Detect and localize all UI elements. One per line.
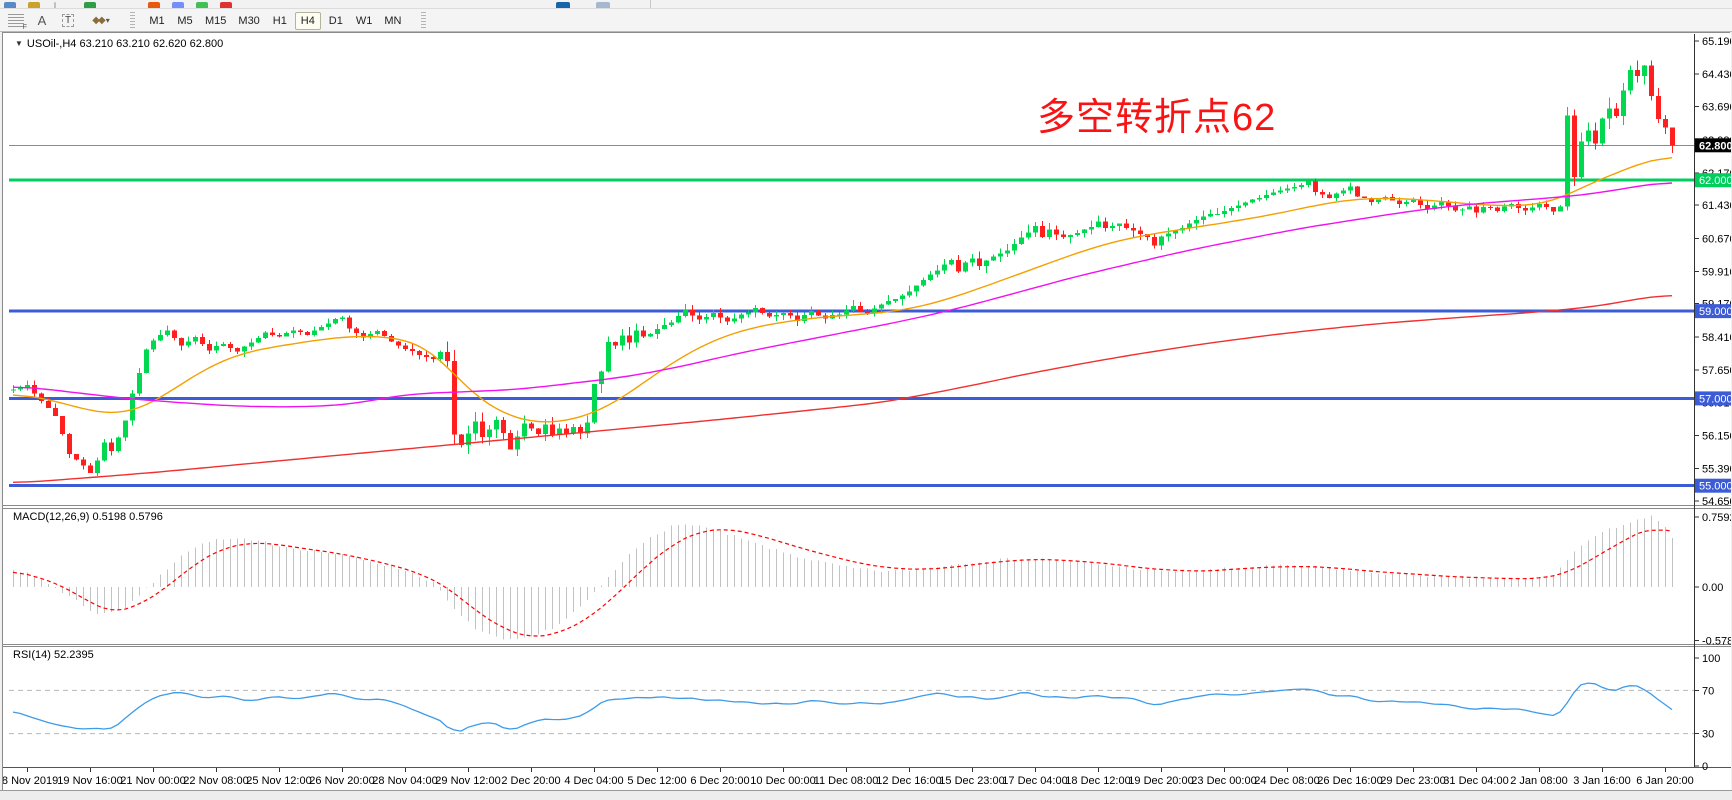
macd-indicator-label: MACD(12,26,9) 0.5198 0.5796 [13,511,163,523]
text-icon: A [38,13,47,28]
symbol-dropdown-icon[interactable]: ▼ [15,39,23,48]
toolbar-partial-icon-3[interactable] [84,2,96,9]
svg-text:58.410: 58.410 [1702,332,1731,344]
timeframe-button-mn[interactable]: MN [379,12,406,30]
svg-text:19 Nov 16:00: 19 Nov 16:00 [57,775,122,787]
rsi-indicator-label: RSI(14) 52.2395 [13,649,94,661]
toolbar-partial-icon-4[interactable] [148,2,160,9]
svg-text:19 Dec 20:00: 19 Dec 20:00 [1128,775,1193,787]
toolbar-row-1 [0,0,1732,9]
text-label-icon: T [62,14,74,27]
timeframe-button-w1[interactable]: W1 [351,12,378,30]
svg-text:55.390: 55.390 [1702,464,1731,476]
toolbar-partial-icon-2[interactable] [54,2,56,9]
svg-text:100: 100 [1702,653,1720,665]
toolbar-edge [650,0,651,8]
svg-text:24 Dec 08:00: 24 Dec 08:00 [1254,775,1319,787]
arrows-icon: ◆◆ [92,15,103,26]
timeframe-button-m30[interactable]: M30 [233,12,264,30]
svg-text:18 Dec 12:00: 18 Dec 12:00 [1065,775,1130,787]
svg-text:29 Dec 23:00: 29 Dec 23:00 [1380,775,1445,787]
chart-annotation: 多空转折点62 [1037,86,1276,141]
svg-text:59.910: 59.910 [1702,266,1731,278]
svg-text:63.690: 63.690 [1702,101,1731,113]
svg-text:18 Nov 2019: 18 Nov 2019 [3,775,58,787]
svg-text:62.000: 62.000 [1699,175,1731,187]
svg-text:30: 30 [1702,729,1714,741]
svg-text:0: 0 [1702,761,1708,773]
svg-text:6 Dec 20:00: 6 Dec 20:00 [690,775,749,787]
svg-text:23 Dec 00:00: 23 Dec 00:00 [1191,775,1256,787]
svg-text:59.000: 59.000 [1699,306,1731,318]
svg-text:31 Dec 04:00: 31 Dec 04:00 [1443,775,1508,787]
timeframe-button-h4[interactable]: H4 [295,12,321,30]
svg-text:57.650: 57.650 [1702,365,1731,377]
svg-text:61.430: 61.430 [1702,200,1731,212]
text-label-tool-button[interactable]: T [58,11,78,29]
svg-text:11 Dec 08:00: 11 Dec 08:00 [814,775,879,787]
timeframe-button-d1[interactable]: D1 [323,12,349,30]
svg-text:4 Dec 04:00: 4 Dec 04:00 [564,775,623,787]
svg-text:26 Nov 20:00: 26 Nov 20:00 [309,775,374,787]
svg-text:15 Dec 23:00: 15 Dec 23:00 [939,775,1004,787]
svg-text:64.430: 64.430 [1702,69,1731,81]
svg-text:55.000: 55.000 [1699,481,1731,493]
svg-text:65.190: 65.190 [1702,36,1731,48]
toolbar-partial-icon-5[interactable] [172,2,184,9]
toolbar-partial-icon-8[interactable] [556,2,570,9]
svg-text:2 Dec 20:00: 2 Dec 20:00 [501,775,560,787]
svg-text:6 Jan 20:00: 6 Jan 20:00 [1636,775,1694,787]
timeframe-button-m5[interactable]: M5 [172,12,198,30]
chevron-down-icon: ▾ [106,16,110,25]
chart-header: ▼ USOil-,H4 63.210 63.210 62.620 62.800 [15,38,223,50]
arrows-tool-button[interactable]: ◆◆ ▾ [84,11,118,29]
svg-text:22 Nov 08:00: 22 Nov 08:00 [183,775,248,787]
toolbar-partial-icon-0[interactable] [4,2,16,9]
svg-text:0.7592: 0.7592 [1702,512,1731,524]
svg-text:3 Jan 16:00: 3 Jan 16:00 [1573,775,1631,787]
svg-text:28 Nov 04:00: 28 Nov 04:00 [372,775,437,787]
svg-text:5 Dec 12:00: 5 Dec 12:00 [627,775,686,787]
fibonacci-tool-button[interactable]: F [6,11,26,29]
svg-text:57.000: 57.000 [1699,393,1731,405]
timeframe-button-m15[interactable]: M15 [200,12,231,30]
chart-canvas[interactable]: 65.19064.43063.69062.92062.17061.43060.6… [3,33,1731,791]
timeframe-button-m1[interactable]: M1 [144,12,170,30]
fibonacci-icon: F [8,14,24,27]
svg-text:56.150: 56.150 [1702,431,1731,443]
symbol-ohlc-text: USOil-,H4 63.210 63.210 62.620 62.800 [27,38,223,50]
svg-text:26 Dec 16:00: 26 Dec 16:00 [1317,775,1382,787]
svg-text:54.650: 54.650 [1702,496,1731,508]
svg-text:62.800: 62.800 [1699,140,1731,152]
svg-text:2 Jan 08:00: 2 Jan 08:00 [1510,775,1568,787]
toolbar-partial-icon-1[interactable] [28,2,40,9]
toolbar-grip-2[interactable] [421,12,426,28]
chart-window[interactable]: 65.19064.43063.69062.92062.17061.43060.6… [2,32,1730,798]
svg-text:-0.5785: -0.5785 [1702,636,1731,648]
timeframe-button-h1[interactable]: H1 [267,12,293,30]
toolbar-partial-icon-9[interactable] [596,2,610,9]
svg-text:29 Nov 12:00: 29 Nov 12:00 [435,775,500,787]
text-tool-button[interactable]: A [32,11,52,29]
svg-text:21 Nov 00:00: 21 Nov 00:00 [120,775,185,787]
toolbar-grip[interactable] [130,12,135,28]
toolbar-partial-icon-7[interactable] [220,2,232,9]
timeframe-group: M1M5M15M30H1H4D1W1MN [143,11,407,30]
svg-text:60.670: 60.670 [1702,233,1731,245]
toolbar-partial-icon-6[interactable] [196,2,208,9]
svg-text:10 Dec 00:00: 10 Dec 00:00 [750,775,815,787]
svg-text:0.00: 0.00 [1702,582,1723,594]
toolbar-row-2: F A T ◆◆ ▾ M1M5M15M30H1H4D1W1MN [0,9,1732,32]
svg-text:70: 70 [1702,685,1714,697]
svg-text:12 Dec 16:00: 12 Dec 16:00 [876,775,941,787]
svg-text:25 Nov 12:00: 25 Nov 12:00 [246,775,311,787]
svg-text:17 Dec 04:00: 17 Dec 04:00 [1002,775,1067,787]
